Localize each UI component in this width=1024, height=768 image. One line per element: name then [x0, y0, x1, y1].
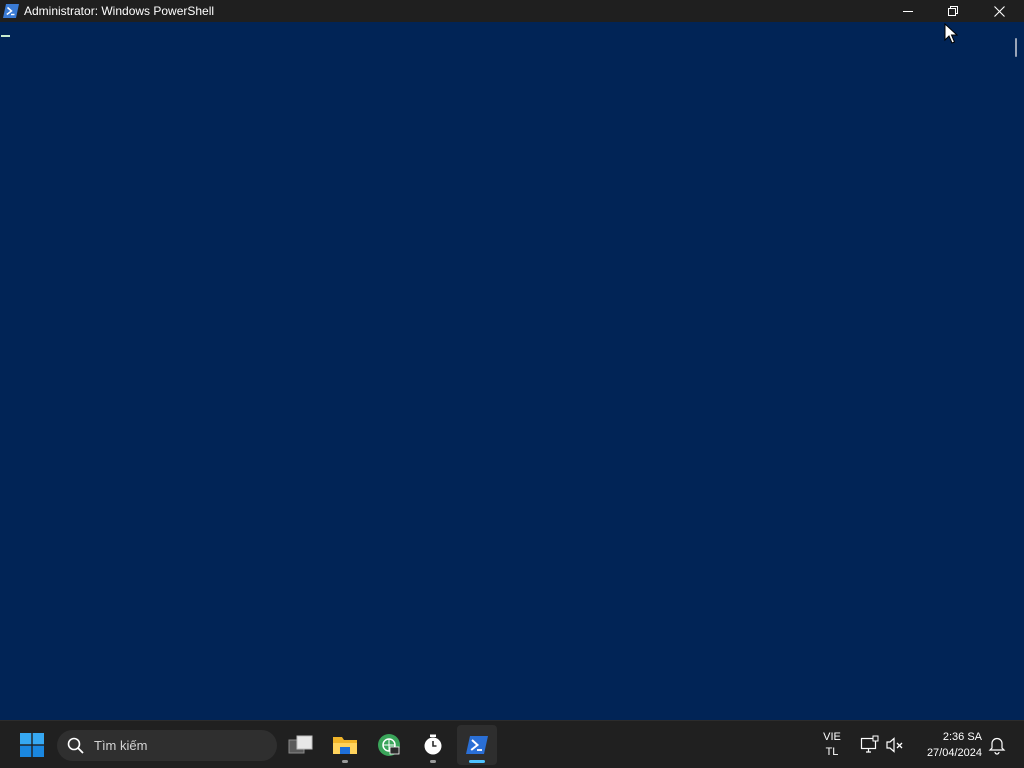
file-explorer-button[interactable]: [325, 725, 365, 765]
running-indicator: [342, 760, 348, 763]
scrollbar-thumb[interactable]: [1015, 38, 1017, 57]
restore-button[interactable]: [930, 0, 976, 22]
search-placeholder: Tìm kiếm: [94, 738, 148, 753]
keyboard-layout: TL: [825, 746, 839, 758]
mouse-pointer-icon: [944, 23, 958, 44]
active-indicator: [469, 760, 485, 763]
task-view-icon: [288, 735, 313, 754]
language-code: VIE: [823, 731, 841, 743]
close-button[interactable]: [976, 0, 1022, 22]
text-cursor: [1, 35, 10, 37]
taskbar: Tìm kiếm VIE TL 2:36 SA 27/04/2024: [0, 720, 1024, 768]
clock-time: 2:36 SA: [942, 731, 982, 743]
search-icon: [67, 737, 84, 754]
task-view-button[interactable]: [281, 725, 321, 765]
powershell-icon: [466, 736, 488, 754]
clock-date: 27/04/2024: [926, 747, 982, 759]
title-bar[interactable]: Administrator: Windows PowerShell: [0, 0, 1024, 22]
minimize-icon: [903, 11, 913, 12]
close-icon: [993, 5, 1005, 17]
start-button[interactable]: [12, 725, 52, 765]
file-explorer-icon: [333, 737, 357, 754]
system-clock[interactable]: 2:36 SA 27/04/2024: [912, 729, 982, 761]
windows-start-icon: [20, 733, 44, 757]
search-box[interactable]: Tìm kiếm: [57, 730, 277, 761]
network-icon[interactable]: [860, 735, 880, 755]
media-app-button[interactable]: [369, 725, 409, 765]
running-indicator: [430, 760, 436, 763]
language-indicator[interactable]: VIE TL: [818, 730, 846, 760]
media-player-icon: [378, 734, 400, 756]
bell-icon[interactable]: [987, 735, 1007, 755]
window-title: Administrator: Windows PowerShell: [24, 4, 215, 18]
console-area[interactable]: [0, 22, 1006, 720]
clock-app-icon: [424, 734, 442, 755]
volume-muted-icon[interactable]: [885, 735, 905, 755]
powershell-window: Administrator: Windows PowerShell: [0, 0, 1024, 720]
powershell-icon: [3, 4, 19, 18]
clock-app-button[interactable]: [413, 725, 453, 765]
powershell-taskbar-button[interactable]: [457, 725, 497, 765]
minimize-button[interactable]: [885, 0, 931, 22]
restore-icon: [948, 6, 958, 16]
vertical-scrollbar[interactable]: [1006, 22, 1024, 720]
